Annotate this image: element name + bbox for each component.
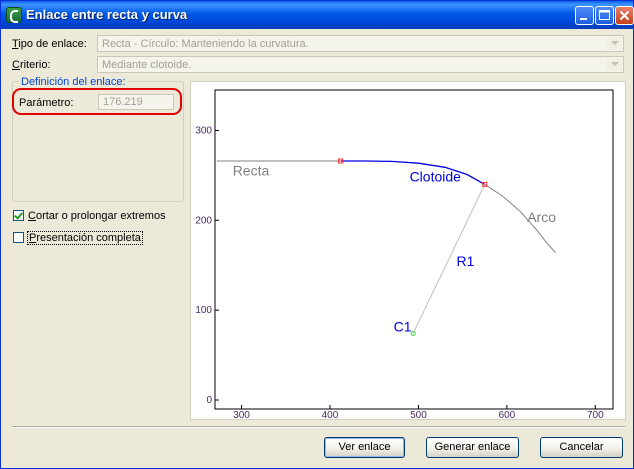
dialog-window: Enlace entre recta y curva Tipo de enlac… bbox=[0, 0, 634, 469]
presentacion-label[interactable]: Presentación completa bbox=[27, 231, 143, 245]
label-clotoide: Clotoide bbox=[410, 169, 462, 185]
x-tick-label: 400 bbox=[322, 410, 339, 419]
tipo-enlace-label: Tipo de enlace: bbox=[12, 38, 87, 50]
label-arco: Arco bbox=[527, 209, 556, 225]
generar-enlace-button[interactable]: Generar enlace bbox=[426, 437, 519, 458]
criterio-select[interactable]: Mediante clotoide. bbox=[97, 56, 624, 73]
tipo-enlace-select[interactable]: Recta - Círculo: Manteniendo la curvatur… bbox=[97, 35, 624, 52]
chart-canvas: 300 400 500 600 700 0 100 200 300 Recta Clotoide… bbox=[195, 89, 614, 421]
close-icon bbox=[619, 10, 630, 21]
group-title: Definición del enlace: bbox=[19, 76, 128, 88]
close-button[interactable] bbox=[615, 6, 634, 25]
x-tick-label: 300 bbox=[233, 410, 250, 419]
criterio-label: Criterio: bbox=[12, 59, 51, 71]
highlight-annotation bbox=[12, 88, 182, 115]
minimize-icon bbox=[580, 18, 587, 20]
ver-enlace-button[interactable]: Ver enlace bbox=[324, 437, 405, 458]
x-tick-label: 700 bbox=[587, 410, 604, 419]
criterio-value: Mediante clotoide. bbox=[102, 59, 192, 71]
label-r1: R1 bbox=[456, 253, 474, 269]
y-tick-label: 100 bbox=[195, 305, 212, 316]
cortar-checkbox[interactable] bbox=[13, 210, 24, 221]
chevron-down-icon[interactable] bbox=[607, 58, 622, 71]
chevron-down-icon[interactable] bbox=[607, 37, 622, 50]
y-tick-label: 0 bbox=[206, 395, 212, 406]
x-tick-label: 600 bbox=[499, 410, 516, 419]
x-tick-label: 500 bbox=[410, 410, 427, 419]
cancelar-button[interactable]: Cancelar bbox=[540, 437, 623, 458]
app-icon bbox=[6, 7, 22, 23]
separator bbox=[12, 426, 625, 428]
maximize-button[interactable] bbox=[595, 6, 614, 25]
tipo-enlace-value: Recta - Círculo: Manteniendo la curvatur… bbox=[102, 38, 309, 50]
label-c1: C1 bbox=[394, 319, 412, 335]
chart-panel: 300 400 500 600 700 0 100 200 300 Recta Clotoide… bbox=[190, 81, 626, 421]
maximize-icon bbox=[599, 10, 610, 20]
label-recta: Recta bbox=[233, 162, 270, 178]
y-tick-label: 200 bbox=[195, 215, 212, 226]
cortar-label[interactable]: Cortar o prolongar extremos bbox=[28, 210, 166, 222]
presentacion-checkbox[interactable] bbox=[13, 232, 24, 243]
y-tick-label: 300 bbox=[195, 125, 212, 136]
title-bar[interactable]: Enlace entre recta y curva bbox=[1, 1, 634, 29]
minimize-button[interactable] bbox=[575, 6, 594, 25]
window-title: Enlace entre recta y curva bbox=[26, 7, 188, 22]
